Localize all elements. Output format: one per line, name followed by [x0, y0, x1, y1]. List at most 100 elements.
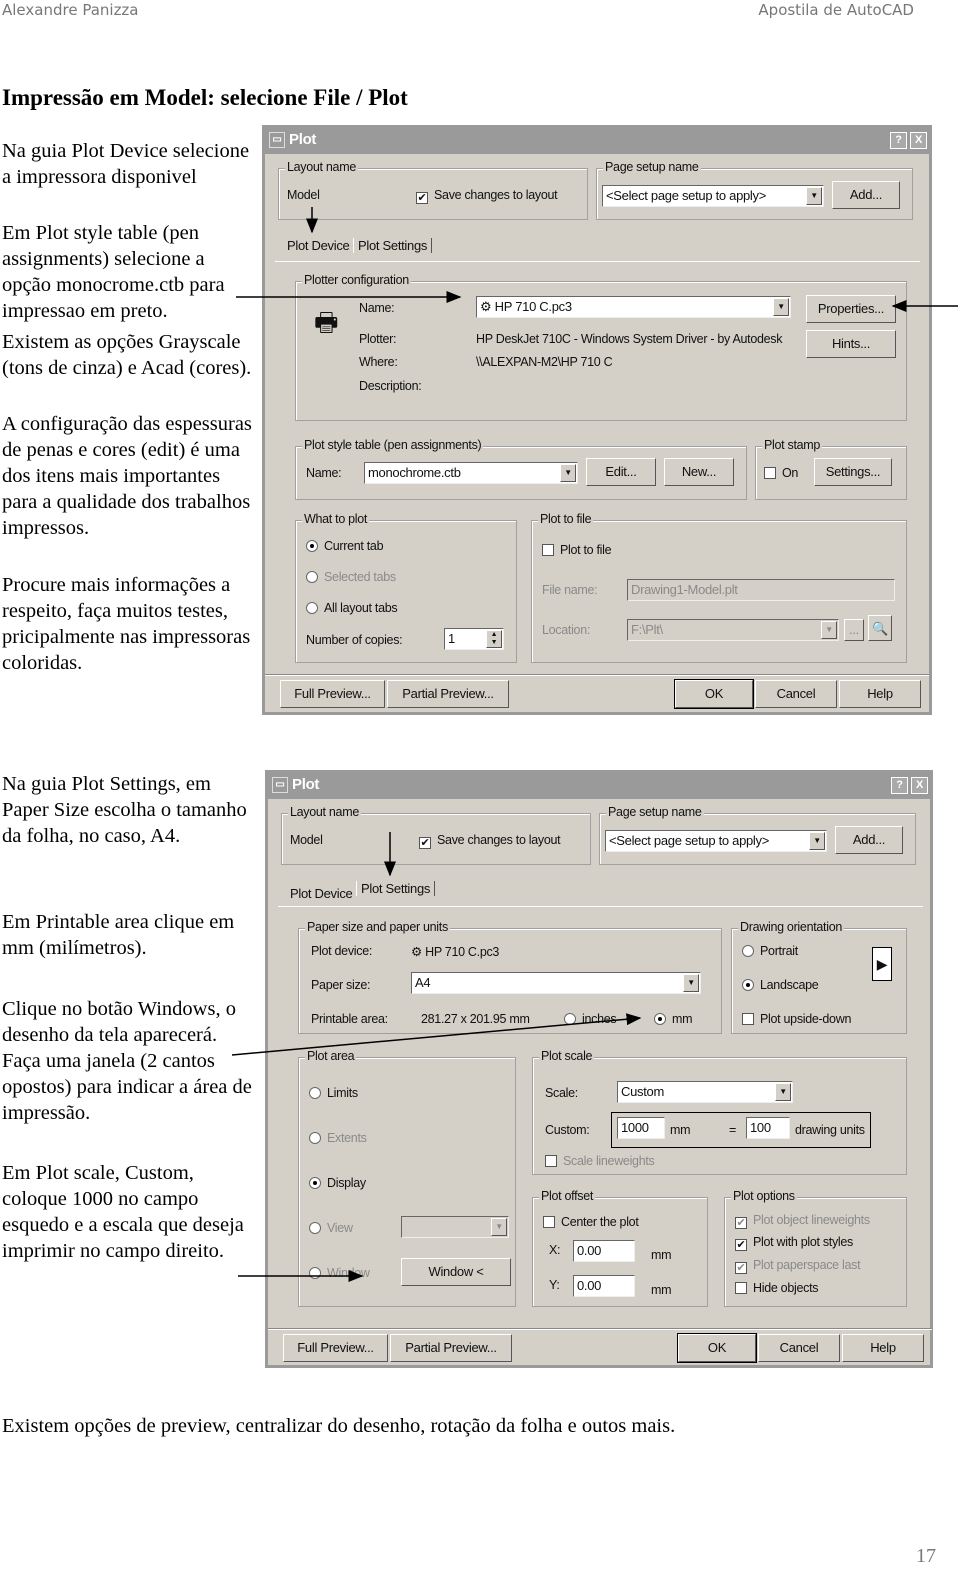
plot-device-text: HP 710 C.pc3	[425, 945, 500, 959]
group-label: Drawing orientation	[738, 920, 844, 934]
scale-select[interactable]: Custom ▼	[617, 1081, 793, 1103]
offset-y-unit: mm	[651, 1283, 672, 1297]
offset-y-input[interactable]: 0.00	[573, 1275, 635, 1297]
checkbox-icon	[764, 467, 776, 479]
hide-objects-checkbox[interactable]: Hide objects	[735, 1281, 818, 1295]
plot-to-file-checkbox[interactable]: Plot to file	[542, 543, 612, 557]
location-select[interactable]: F:\Plt\ ▼	[627, 619, 839, 641]
new-button[interactable]: New...	[664, 458, 734, 486]
window-button[interactable]: Window <	[401, 1258, 511, 1286]
upside-down-checkbox[interactable]: Plot upside-down	[742, 1012, 851, 1026]
plot-style-table-group: Plot style table (pen assignments) Name:…	[295, 438, 747, 500]
checkbox-label: Center the plot	[561, 1215, 639, 1229]
page-setup-select[interactable]: <Select page setup to apply> ▼	[602, 185, 824, 207]
portrait-radio[interactable]: Portrait	[742, 944, 798, 958]
checkbox-label: Hide objects	[753, 1281, 819, 1295]
browse-button[interactable]: ...	[844, 619, 864, 641]
plotter-name-select[interactable]: ⚙ HP 710 C.pc3 ▼	[476, 296, 791, 318]
x-label: X:	[549, 1243, 561, 1257]
custom-scale-right-input[interactable]: 100	[746, 1117, 790, 1139]
save-changes-checkbox[interactable]: ✔ Save changes to layout	[416, 188, 558, 204]
plot-device-label: Plot device:	[311, 944, 373, 958]
browse-folder-icon[interactable]: 🔍	[868, 615, 892, 641]
full-preview-button[interactable]: Full Preview...	[280, 680, 385, 708]
checkbox-label: Plot upside-down	[760, 1012, 852, 1026]
page-setup-select[interactable]: <Select page setup to apply> ▼	[605, 830, 827, 852]
view-select[interactable]: ▼	[401, 1216, 509, 1238]
scale-lineweights-checkbox[interactable]: Scale lineweights	[545, 1154, 655, 1168]
close-icon[interactable]: X	[910, 132, 927, 149]
cancel-button[interactable]: Cancel	[758, 1334, 840, 1362]
stamp-on-checkbox[interactable]: On	[764, 466, 798, 480]
chevron-down-icon: ▼	[806, 187, 822, 205]
plot-dialog-settings: ▭ Plot ? X Layout name Model ✔ Save chang…	[265, 770, 933, 1368]
name-label: Name:	[359, 301, 395, 315]
radio-label: inches	[582, 1012, 617, 1026]
plot-style-select[interactable]: monochrome.ctb ▼	[364, 462, 578, 484]
plot-offset-group: Plot offset Center the plot X: 0.00 mm Y…	[532, 1189, 708, 1307]
center-plot-checkbox[interactable]: Center the plot	[543, 1215, 639, 1229]
hints-button[interactable]: Hints...	[806, 330, 896, 358]
input-value: 0.00	[577, 1243, 602, 1258]
copies-spinner[interactable]: 1 ▲ ▼	[444, 628, 504, 650]
limits-radio[interactable]: Limits	[309, 1086, 358, 1100]
ok-button[interactable]: OK	[677, 1333, 757, 1363]
window-radio[interactable]: Window	[309, 1266, 370, 1280]
y-label: Y:	[549, 1278, 560, 1292]
radio-label: Selected tabs	[324, 570, 396, 584]
plot-scale-group: Plot scale Scale: Custom ▼ Custom: 1000 m…	[532, 1049, 907, 1175]
full-preview-button[interactable]: Full Preview...	[283, 1334, 388, 1362]
printable-area-label: Printable area:	[311, 1012, 388, 1026]
tab-plot-device[interactable]: Plot Device	[286, 886, 356, 901]
tab-plot-settings[interactable]: Plot Settings	[356, 881, 436, 896]
plot-lineweights-checkbox[interactable]: ✔ Plot object lineweights	[735, 1213, 870, 1229]
landscape-radio[interactable]: Landscape	[742, 978, 819, 992]
layout-name-group: Layout name Model ✔ Save changes to layou…	[278, 160, 588, 220]
add-button[interactable]: Add...	[835, 826, 903, 854]
edit-button[interactable]: Edit...	[586, 458, 656, 486]
plot-styles-checkbox[interactable]: ✔ Plot with plot styles	[735, 1235, 853, 1251]
radio-icon	[309, 1177, 321, 1189]
all-layout-tabs-radio[interactable]: All layout tabs	[306, 601, 398, 615]
chevron-down-icon: ▼	[775, 1083, 791, 1101]
help-icon[interactable]: ?	[891, 777, 908, 794]
tab-plot-device[interactable]: Plot Device	[283, 238, 353, 253]
tab-plot-settings[interactable]: Plot Settings	[353, 238, 433, 253]
dialog-title: Plot	[292, 776, 320, 793]
custom-scale-left-input[interactable]: 1000	[617, 1117, 665, 1139]
close-icon[interactable]: X	[911, 777, 928, 794]
help-button[interactable]: Help	[842, 1334, 924, 1362]
properties-button[interactable]: Properties...	[806, 295, 896, 323]
footer-text: Existem opções de preview, centralizar d…	[2, 1415, 676, 1437]
group-label: Plot to file	[538, 512, 594, 526]
stamp-settings-button[interactable]: Settings...	[814, 458, 892, 486]
cancel-button[interactable]: Cancel	[755, 680, 837, 708]
selected-tabs-radio[interactable]: Selected tabs	[306, 570, 396, 584]
plotter-configuration-group: Plotter configuration 🖶 Name: ⚙ HP 710 C…	[295, 273, 907, 421]
view-radio[interactable]: View	[309, 1221, 353, 1235]
group-label: Plot stamp	[762, 438, 823, 452]
chevron-down-icon: ▼	[560, 464, 576, 482]
help-icon[interactable]: ?	[890, 132, 907, 149]
partial-preview-button[interactable]: Partial Preview...	[387, 680, 509, 708]
inches-radio[interactable]: inches	[564, 1012, 617, 1026]
paperspace-last-checkbox[interactable]: ✔ Plot paperspace last	[735, 1258, 861, 1274]
help-button[interactable]: Help	[839, 680, 921, 708]
save-changes-checkbox[interactable]: ✔ Save changes to layout	[419, 833, 561, 849]
paper-size-select[interactable]: A4 ▼	[411, 972, 701, 994]
mm-radio[interactable]: mm	[654, 1012, 693, 1026]
ok-button[interactable]: OK	[674, 679, 754, 709]
partial-preview-button[interactable]: Partial Preview...	[390, 1334, 512, 1362]
file-name-input[interactable]: Drawing1-Model.plt	[627, 579, 895, 601]
display-radio[interactable]: Display	[309, 1176, 366, 1190]
spinner-arrows-icon[interactable]: ▲ ▼	[486, 630, 502, 648]
add-button[interactable]: Add...	[832, 181, 900, 209]
drawing-units-label: drawing units	[795, 1123, 865, 1137]
instruction-text: Existem as opções Grayscale (tons de cin…	[2, 331, 252, 379]
offset-x-input[interactable]: 0.00	[573, 1240, 635, 1262]
current-tab-radio[interactable]: Current tab	[306, 539, 384, 553]
extents-radio[interactable]: Extents	[309, 1131, 367, 1145]
file-name-label: File name:	[542, 583, 598, 597]
equals-label: =	[729, 1123, 736, 1137]
landscape-page-icon: ▶	[872, 947, 892, 981]
